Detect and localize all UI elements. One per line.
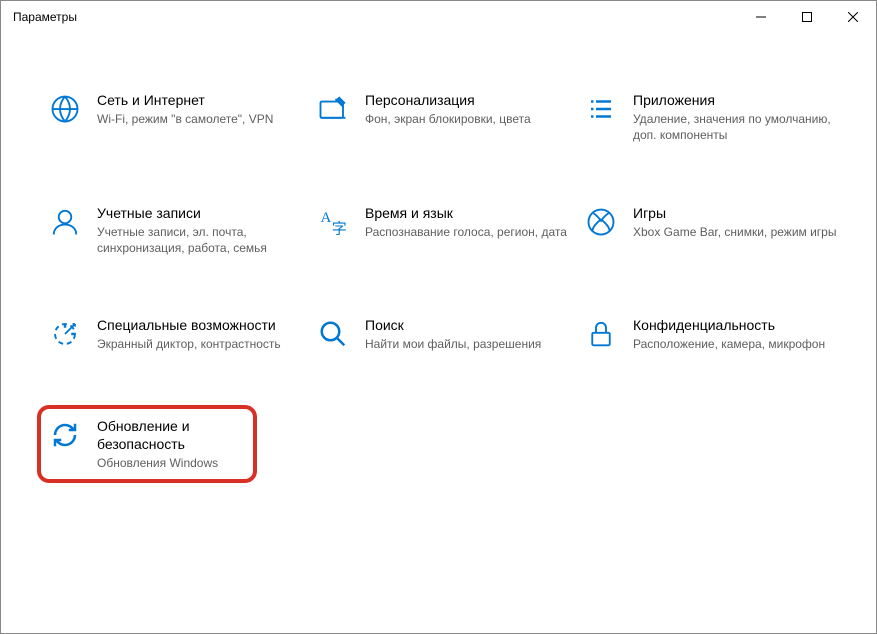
person-icon [49, 206, 81, 238]
maximize-button[interactable] [784, 1, 830, 33]
svg-text:A: A [321, 210, 332, 226]
tile-gaming[interactable]: Игры Xbox Game Bar, снимки, режим игры [585, 204, 841, 257]
tile-desc: Найти мои файлы, разрешения [365, 336, 541, 352]
tile-desc: Фон, экран блокировки, цвета [365, 111, 531, 127]
tile-title: Игры [633, 204, 836, 222]
lock-icon [585, 318, 617, 350]
tile-title: Обновление и безопасность [97, 417, 241, 453]
settings-grid: Сеть и Интернет Wi-Fi, режим "в самолете… [1, 33, 876, 483]
search-icon [317, 318, 349, 350]
ease-of-access-icon [49, 318, 81, 350]
tile-accounts[interactable]: Учетные записи Учетные записи, эл. почта… [49, 204, 305, 257]
tile-title: Специальные возможности [97, 316, 281, 334]
tile-desc: Экранный диктор, контрастность [97, 336, 281, 352]
tile-time-language[interactable]: A 字 Время и язык Распознавание голоса, р… [317, 204, 573, 257]
tile-update-security[interactable]: Обновление и безопасность Обновления Win… [49, 417, 241, 472]
tile-title: Учетные записи [97, 204, 305, 222]
close-icon [848, 12, 858, 22]
tile-personalization[interactable]: Персонализация Фон, экран блокировки, цв… [317, 91, 573, 144]
tile-desc: Xbox Game Bar, снимки, режим игры [633, 224, 836, 240]
tile-desc: Wi-Fi, режим "в самолете", VPN [97, 111, 273, 127]
close-button[interactable] [830, 1, 876, 33]
globe-icon [49, 93, 81, 125]
tile-desc: Удаление, значения по умолчанию, доп. ко… [633, 111, 841, 143]
xbox-icon [585, 206, 617, 238]
tile-title: Время и язык [365, 204, 567, 222]
tile-title: Персонализация [365, 91, 531, 109]
minimize-button[interactable] [738, 1, 784, 33]
tile-privacy[interactable]: Конфиденциальность Расположение, камера,… [585, 316, 841, 352]
tile-ease-of-access[interactable]: Специальные возможности Экранный диктор,… [49, 316, 305, 352]
tile-network[interactable]: Сеть и Интернет Wi-Fi, режим "в самолете… [49, 91, 305, 144]
paint-icon [317, 93, 349, 125]
tile-desc: Распознавание голоса, регион, дата [365, 224, 567, 240]
window-controls [738, 1, 876, 33]
tile-desc: Учетные записи, эл. почта, синхронизация… [97, 224, 305, 256]
tile-title: Приложения [633, 91, 841, 109]
tile-search[interactable]: Поиск Найти мои файлы, разрешения [317, 316, 573, 352]
titlebar: Параметры [1, 1, 876, 33]
update-icon [49, 419, 81, 451]
highlight-box: Обновление и безопасность Обновления Win… [37, 405, 257, 484]
minimize-icon [756, 12, 766, 22]
apps-list-icon [585, 93, 617, 125]
tile-desc: Расположение, камера, микрофон [633, 336, 825, 352]
svg-text:字: 字 [332, 220, 347, 237]
tile-title: Поиск [365, 316, 541, 334]
tile-title: Сеть и Интернет [97, 91, 273, 109]
time-language-icon: A 字 [317, 206, 349, 238]
tile-desc: Обновления Windows [97, 455, 241, 471]
maximize-icon [802, 12, 812, 22]
tile-title: Конфиденциальность [633, 316, 825, 334]
window-title: Параметры [13, 10, 77, 24]
tile-apps[interactable]: Приложения Удаление, значения по умолчан… [585, 91, 841, 144]
